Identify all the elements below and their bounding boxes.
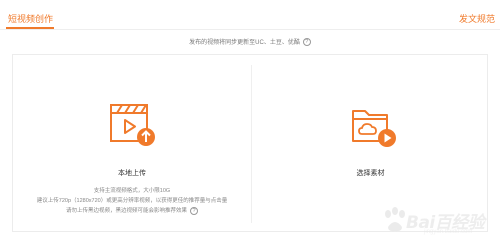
local-upload-card[interactable]: 本地上传 支持主流视频格式，大小限10G 建议上传720p（1280x720）或… [13,55,251,233]
sync-notice-text: 发布的视频将同步更新至UC、土豆、优酷 [189,40,300,46]
video-upload-icon [108,102,158,148]
upload-hint-black-border-text: 请勿上传黑边视频，黑边视频可能会影响推荐效果 [65,208,187,214]
active-tab-underline [6,27,54,29]
sync-notice: 发布的视频将同步更新至UC、土豆、优酷? [0,37,500,47]
upload-help-icon[interactable]: ? [190,206,198,215]
baidu-jingyan-watermark: Bai百经验 jingyan.baidu.com [380,200,496,240]
watermark-url: jingyan.baidu.com [424,229,473,235]
tab-short-video-create[interactable]: 短视频创作 [8,12,53,25]
cloud-folder-play-icon [350,104,400,150]
help-icon[interactable]: ? [302,38,311,47]
select-material-title: 选择素材 [356,170,385,177]
upload-hint-resolution: 建议上传720p（1280x720）或更高分辨率视频，以获得更佳的推荐量与点击量 [36,198,228,204]
local-upload-title: 本地上传 [118,170,146,177]
publishing-guidelines-link[interactable]: 发文规范 [459,12,495,25]
upload-hint-black-border: 请勿上传黑边视频，黑边视频可能会影响推荐效果? [13,206,251,216]
top-bar: 短视频创作 发文规范 [0,0,500,30]
upload-hint-format: 支持主流视频格式，大小限10G [93,188,171,194]
